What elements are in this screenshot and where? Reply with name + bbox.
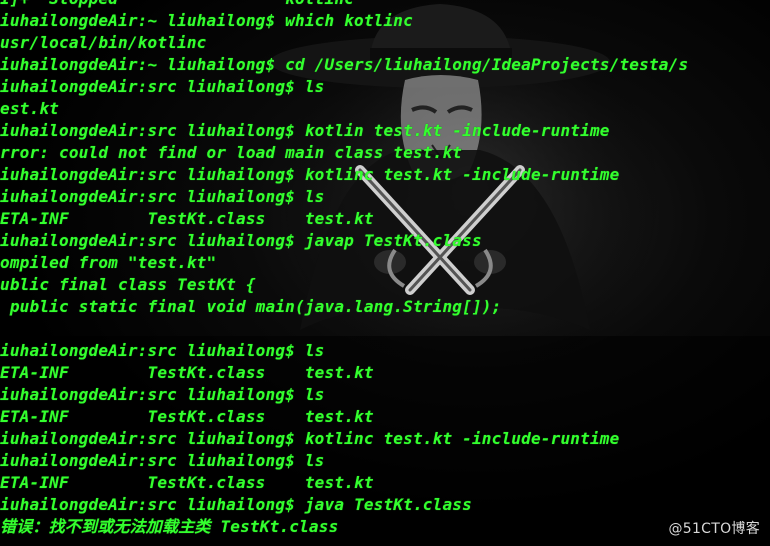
terminal-line: ublic final class TestKt { xyxy=(0,275,256,294)
terminal-line: iuhailongdeAir:~ liuhailong$ cd /Users/l… xyxy=(0,55,689,74)
terminal-line: iuhailongdeAir:src liuhailong$ java Test… xyxy=(0,495,472,514)
terminal-line: iuhailongdeAir:src liuhailong$ ls xyxy=(0,77,325,96)
terminal-line: iuhailongdeAir:src liuhailong$ ls xyxy=(0,451,325,470)
terminal-line: public static final void main(java.lang.… xyxy=(0,297,502,316)
terminal-line: ETA-INF TestKt.class test.kt xyxy=(0,473,374,492)
terminal-line: 错误：找不到或无法加载主类 TestKt.class xyxy=(0,517,339,536)
terminal-line: iuhailongdeAir:src liuhailong$ kotlinc t… xyxy=(0,429,620,448)
terminal-line: est.kt xyxy=(0,99,59,118)
terminal-window[interactable]: 1]+ Stopped kotlinc iuhailongdeAir:~ liu… xyxy=(0,0,770,546)
terminal-line: iuhailongdeAir:src liuhailong$ ls xyxy=(0,385,325,404)
terminal-line: ompiled from "test.kt" xyxy=(0,253,217,272)
terminal-line: rror: could not find or load main class … xyxy=(0,143,463,162)
terminal-line: iuhailongdeAir:src liuhailong$ kotlin te… xyxy=(0,121,610,140)
terminal-line: iuhailongdeAir:src liuhailong$ ls xyxy=(0,341,325,360)
watermark: @51CTO博客 xyxy=(668,521,760,537)
terminal-line: ETA-INF TestKt.class test.kt xyxy=(0,363,374,382)
terminal-line: ETA-INF TestKt.class test.kt xyxy=(0,209,374,228)
terminal-output: 1]+ Stopped kotlinc iuhailongdeAir:~ liu… xyxy=(0,0,770,538)
terminal-line: iuhailongdeAir:src liuhailong$ kotlinc t… xyxy=(0,165,620,184)
terminal-line: ETA-INF TestKt.class test.kt xyxy=(0,407,374,426)
terminal-line: iuhailongdeAir:src liuhailong$ javap Tes… xyxy=(0,231,482,250)
terminal-line: iuhailongdeAir:~ liuhailong$ which kotli… xyxy=(0,11,413,30)
terminal-line: 1]+ Stopped kotlinc xyxy=(0,0,770,10)
terminal-line: iuhailongdeAir:src liuhailong$ ls xyxy=(0,187,325,206)
terminal-line: usr/local/bin/kotlinc xyxy=(0,33,207,52)
